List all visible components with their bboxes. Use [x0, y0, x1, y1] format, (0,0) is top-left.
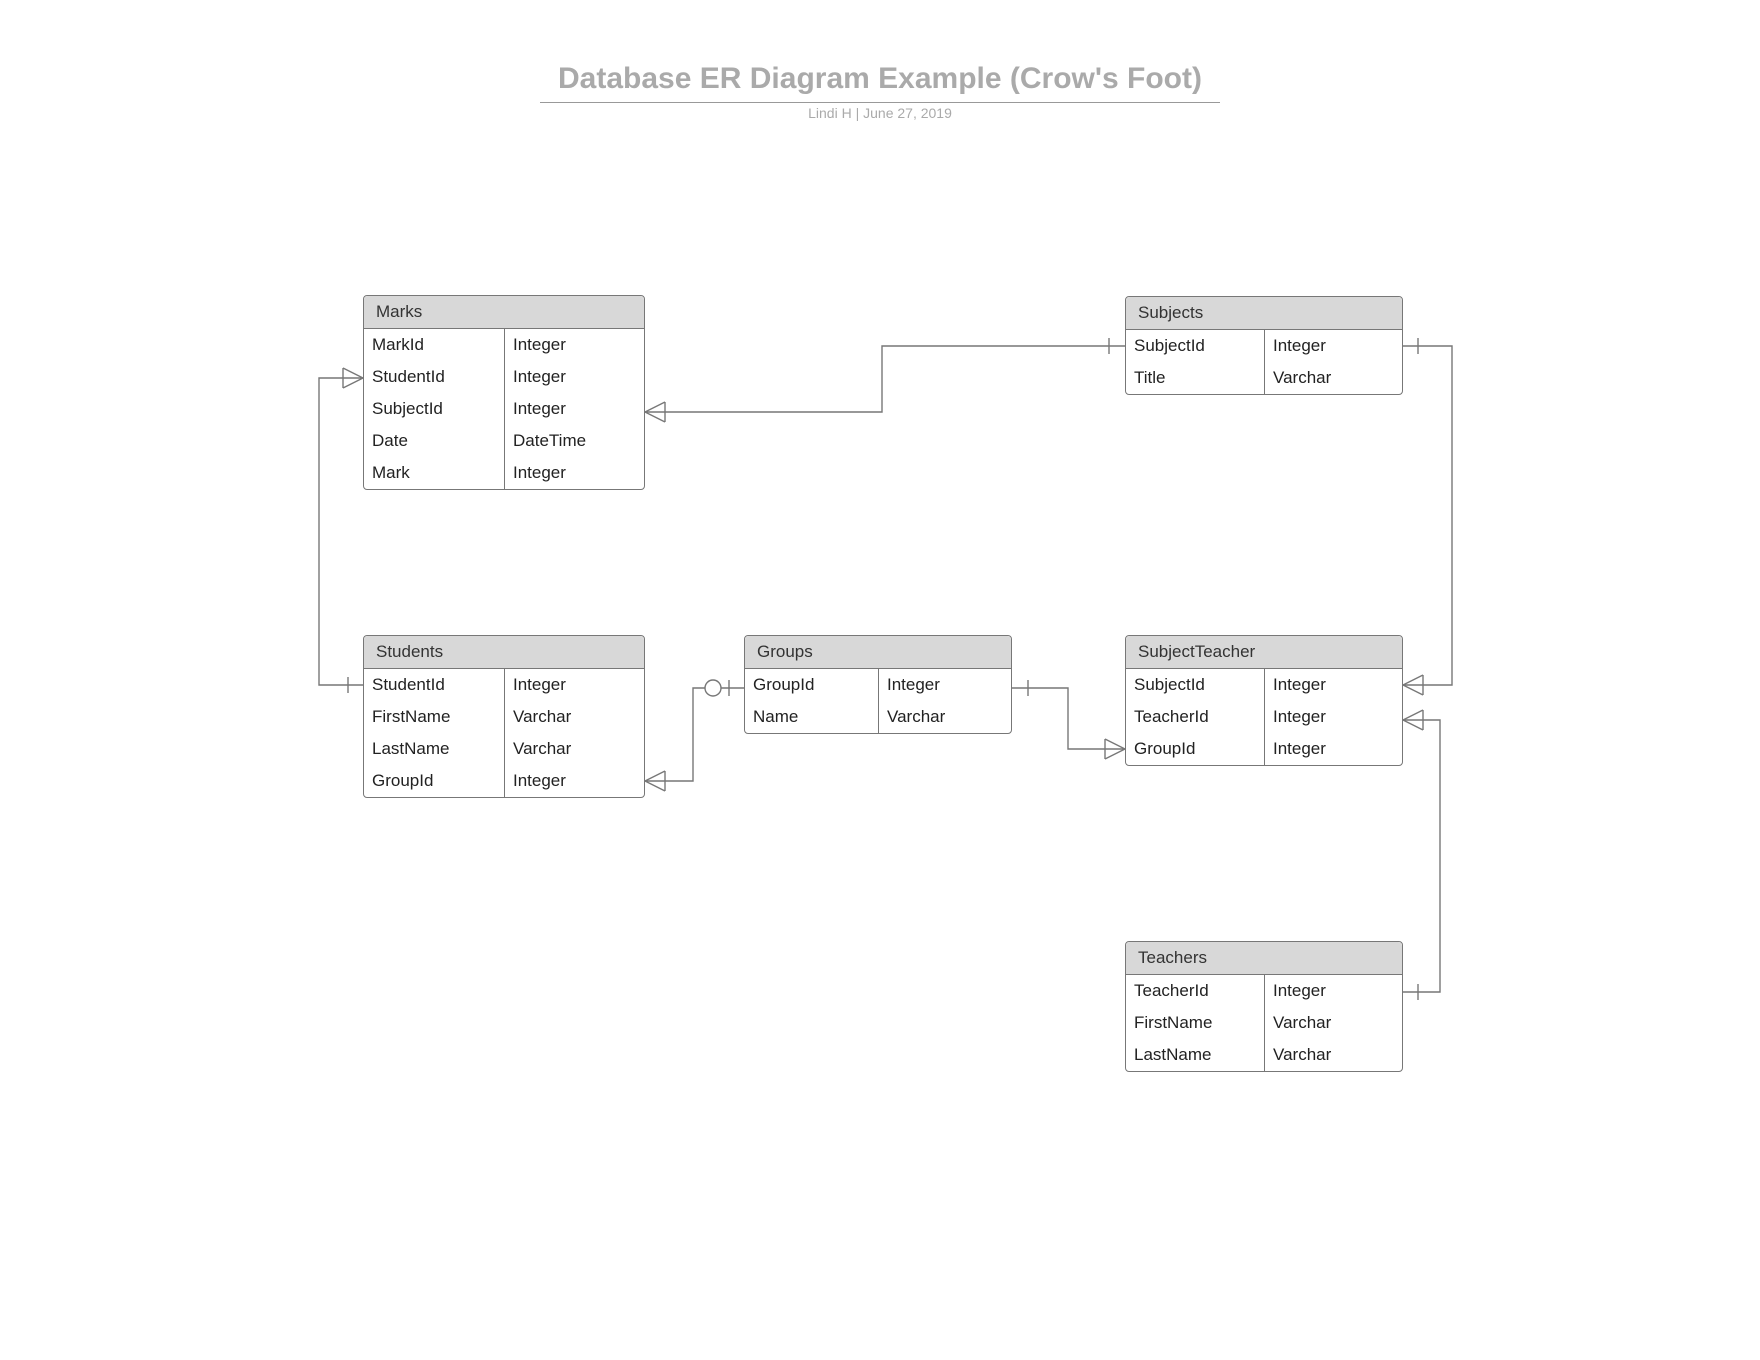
- field-type: Integer: [505, 669, 644, 701]
- rel-groups-subjectteacher: [1012, 688, 1125, 749]
- field-name: FirstName: [1126, 1007, 1264, 1039]
- field-name: SubjectId: [1126, 330, 1264, 362]
- field-name-column: SubjectIdTeacherIdGroupId: [1126, 669, 1264, 765]
- field-type: Integer: [1265, 701, 1402, 733]
- field-name: LastName: [364, 733, 504, 765]
- field-name: Title: [1126, 362, 1264, 394]
- entity-header: SubjectTeacher: [1126, 636, 1402, 669]
- field-type: Integer: [505, 457, 644, 489]
- field-type: Varchar: [1265, 362, 1402, 394]
- field-name: TeacherId: [1126, 701, 1264, 733]
- entity-header: Teachers: [1126, 942, 1402, 975]
- field-name: GroupId: [1126, 733, 1264, 765]
- field-type: Integer: [505, 765, 644, 797]
- field-name: Name: [745, 701, 878, 733]
- rel-marks-subjects: [645, 346, 1125, 412]
- diagram-title: Database ER Diagram Example (Crow's Foot…: [0, 62, 1760, 96]
- field-name: SubjectId: [1126, 669, 1264, 701]
- field-name-column: TeacherIdFirstNameLastName: [1126, 975, 1264, 1071]
- field-name: MarkId: [364, 329, 504, 361]
- field-type: Integer: [1265, 669, 1402, 701]
- field-name: GroupId: [745, 669, 878, 701]
- field-name: LastName: [1126, 1039, 1264, 1071]
- field-type: Varchar: [1265, 1007, 1402, 1039]
- field-type-column: IntegerIntegerInteger: [1264, 669, 1402, 765]
- field-type: Integer: [1265, 330, 1402, 362]
- field-type-column: IntegerVarcharVarcharInteger: [504, 669, 644, 797]
- field-type: DateTime: [505, 425, 644, 457]
- field-name: StudentId: [364, 669, 504, 701]
- entity-header: Subjects: [1126, 297, 1402, 330]
- rel-subjects-subjectteacher: [1403, 346, 1452, 685]
- entity-body: StudentIdFirstNameLastNameGroupIdInteger…: [364, 669, 644, 797]
- field-name: SubjectId: [364, 393, 504, 425]
- field-name: TeacherId: [1126, 975, 1264, 1007]
- title-block: Database ER Diagram Example (Crow's Foot…: [0, 62, 1760, 121]
- entity-header: Marks: [364, 296, 644, 329]
- title-rule: [540, 102, 1220, 103]
- field-name-column: StudentIdFirstNameLastNameGroupId: [364, 669, 504, 797]
- diagram-canvas: Database ER Diagram Example (Crow's Foot…: [0, 0, 1760, 1360]
- field-type: Integer: [1265, 733, 1402, 765]
- field-name: StudentId: [364, 361, 504, 393]
- field-type: Integer: [505, 393, 644, 425]
- entity-groups: GroupsGroupIdNameIntegerVarchar: [744, 635, 1012, 734]
- entity-body: MarkIdStudentIdSubjectIdDateMarkIntegerI…: [364, 329, 644, 489]
- entity-marks: MarksMarkIdStudentIdSubjectIdDateMarkInt…: [363, 295, 645, 490]
- field-type-column: IntegerVarchar: [1264, 330, 1402, 394]
- field-type-column: IntegerVarchar: [878, 669, 1011, 733]
- entity-teachers: TeachersTeacherIdFirstNameLastNameIntege…: [1125, 941, 1403, 1072]
- entity-subjectteacher: SubjectTeacherSubjectIdTeacherIdGroupIdI…: [1125, 635, 1403, 766]
- field-type: Integer: [505, 329, 644, 361]
- field-name: Date: [364, 425, 504, 457]
- entity-header: Students: [364, 636, 644, 669]
- field-name: GroupId: [364, 765, 504, 797]
- field-name-column: SubjectIdTitle: [1126, 330, 1264, 394]
- field-name: FirstName: [364, 701, 504, 733]
- field-type-column: IntegerIntegerIntegerDateTimeInteger: [504, 329, 644, 489]
- field-name-column: MarkIdStudentIdSubjectIdDateMark: [364, 329, 504, 489]
- field-name-column: GroupIdName: [745, 669, 878, 733]
- field-type: Varchar: [879, 701, 1011, 733]
- field-type-column: IntegerVarcharVarchar: [1264, 975, 1402, 1071]
- field-type: Varchar: [505, 733, 644, 765]
- rel-marks-students: [319, 378, 363, 685]
- field-type: Varchar: [505, 701, 644, 733]
- field-type: Integer: [879, 669, 1011, 701]
- rel-subjectteacher-teachers: [1403, 720, 1440, 992]
- entity-body: TeacherIdFirstNameLastNameIntegerVarchar…: [1126, 975, 1402, 1071]
- field-name: Mark: [364, 457, 504, 489]
- entity-body: SubjectIdTitleIntegerVarchar: [1126, 330, 1402, 394]
- entity-students: StudentsStudentIdFirstNameLastNameGroupI…: [363, 635, 645, 798]
- entity-body: GroupIdNameIntegerVarchar: [745, 669, 1011, 733]
- field-type: Integer: [505, 361, 644, 393]
- field-type: Varchar: [1265, 1039, 1402, 1071]
- entity-body: SubjectIdTeacherIdGroupIdIntegerIntegerI…: [1126, 669, 1402, 765]
- rel-students-groups: [645, 688, 744, 781]
- entity-header: Groups: [745, 636, 1011, 669]
- field-type: Integer: [1265, 975, 1402, 1007]
- diagram-subtitle: Lindi H | June 27, 2019: [0, 105, 1760, 121]
- entity-subjects: SubjectsSubjectIdTitleIntegerVarchar: [1125, 296, 1403, 395]
